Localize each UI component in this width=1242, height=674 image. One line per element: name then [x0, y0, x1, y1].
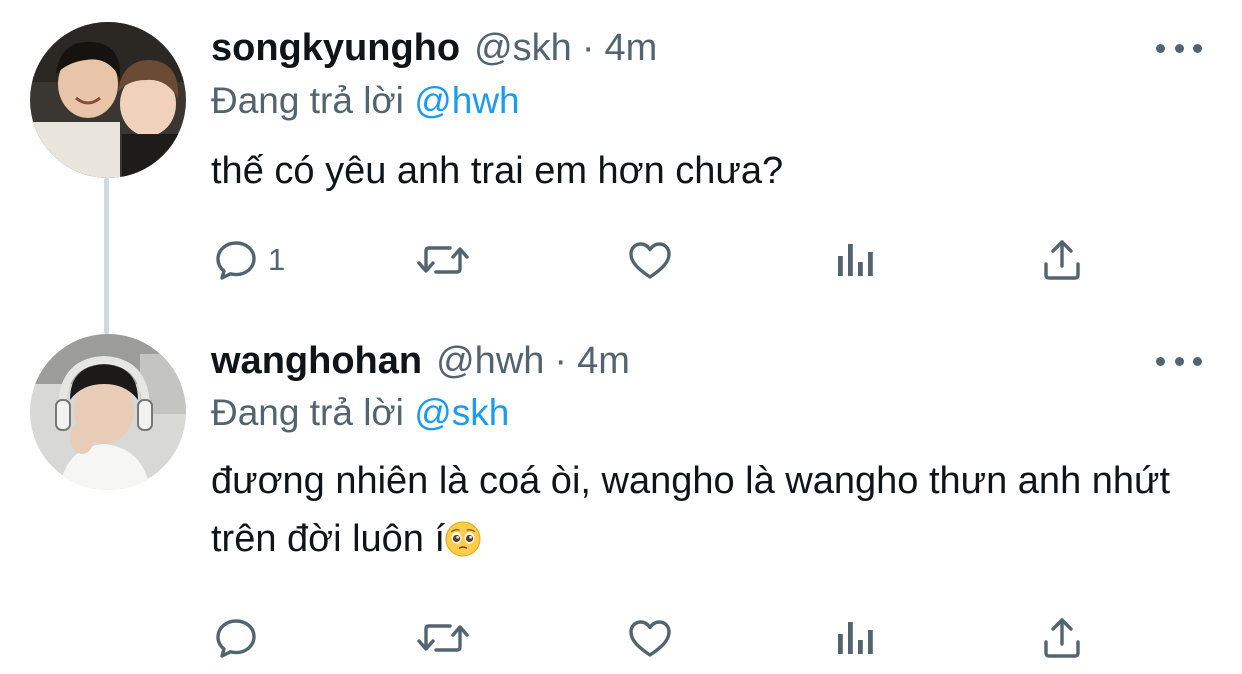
avatar-photo	[30, 22, 186, 178]
more-icon-dot	[1174, 356, 1184, 366]
replying-to-label: Đang trả lời	[211, 80, 404, 121]
share-icon	[1044, 618, 1080, 658]
replying-to: Đang trả lời @hwh	[211, 76, 520, 126]
user-handle[interactable]: @hwh	[436, 335, 544, 387]
tweet-text: thế có yêu anh trai em hơn chưa?	[211, 150, 784, 192]
replying-to: Đang trả lời @skh	[211, 388, 509, 438]
tweet-header: wanghohan @hwh · 4m	[211, 335, 630, 387]
reply-icon	[216, 241, 256, 280]
tweet-header: songkyungho @skh · 4m	[211, 22, 657, 74]
like-icon	[629, 620, 671, 657]
like-button[interactable]	[626, 608, 674, 668]
timestamp[interactable]: 4m	[577, 335, 630, 387]
tweet-text: đương nhiên là coá òi, wangho là wangho …	[211, 452, 1201, 568]
reply-icon	[216, 619, 256, 658]
share-button[interactable]	[1038, 608, 1086, 668]
more-icon	[1156, 43, 1165, 53]
more-options-button[interactable]	[1156, 38, 1202, 58]
avatar[interactable]	[30, 22, 186, 178]
separator-dot: ·	[581, 27, 595, 69]
analytics-icon	[838, 622, 873, 654]
avatar[interactable]	[30, 334, 186, 490]
reply-button[interactable]	[212, 608, 268, 668]
share-icon	[1044, 240, 1080, 280]
more-icon-dot	[1193, 43, 1202, 53]
avatar-photo	[30, 334, 186, 490]
user-handle[interactable]: @skh	[474, 22, 572, 74]
retweet-icon	[417, 624, 469, 652]
retweet-button[interactable]	[414, 230, 472, 290]
timestamp[interactable]: 4m	[604, 22, 657, 74]
analytics-button[interactable]	[834, 230, 878, 290]
like-button[interactable]	[626, 230, 674, 290]
more-icon-dot	[1193, 356, 1202, 366]
like-icon	[629, 242, 671, 279]
retweet-button[interactable]	[414, 608, 472, 668]
pleading-face-emoji	[445, 521, 481, 557]
tweet-actions: 1	[0, 230, 1242, 290]
replying-to-label: Đang trả lời	[211, 392, 404, 433]
tweet-actions	[0, 608, 1242, 668]
retweet-icon	[417, 246, 469, 274]
reply-mention-link[interactable]: @skh	[414, 392, 509, 433]
display-name[interactable]: wanghohan	[211, 335, 422, 387]
analytics-button[interactable]	[834, 608, 878, 668]
more-options-button[interactable]	[1156, 351, 1202, 371]
tweet: wanghohan @hwh · 4m Đang trả lời @skh đư…	[0, 320, 1242, 674]
tweet: songkyungho @skh · 4m Đang trả lời @hwh …	[0, 0, 1242, 320]
reply-mention-link[interactable]: @hwh	[414, 80, 519, 121]
display-name[interactable]: songkyungho	[211, 22, 460, 74]
reply-button[interactable]: 1	[212, 230, 285, 290]
separator-dot: ·	[554, 340, 568, 382]
more-icon	[1156, 356, 1165, 366]
tweet-text-content: đương nhiên là coá òi, wangho là wangho …	[211, 460, 1171, 560]
reply-count: 1	[268, 242, 286, 277]
share-button[interactable]	[1038, 230, 1086, 290]
more-icon-dot	[1174, 43, 1184, 53]
analytics-icon	[838, 244, 873, 276]
